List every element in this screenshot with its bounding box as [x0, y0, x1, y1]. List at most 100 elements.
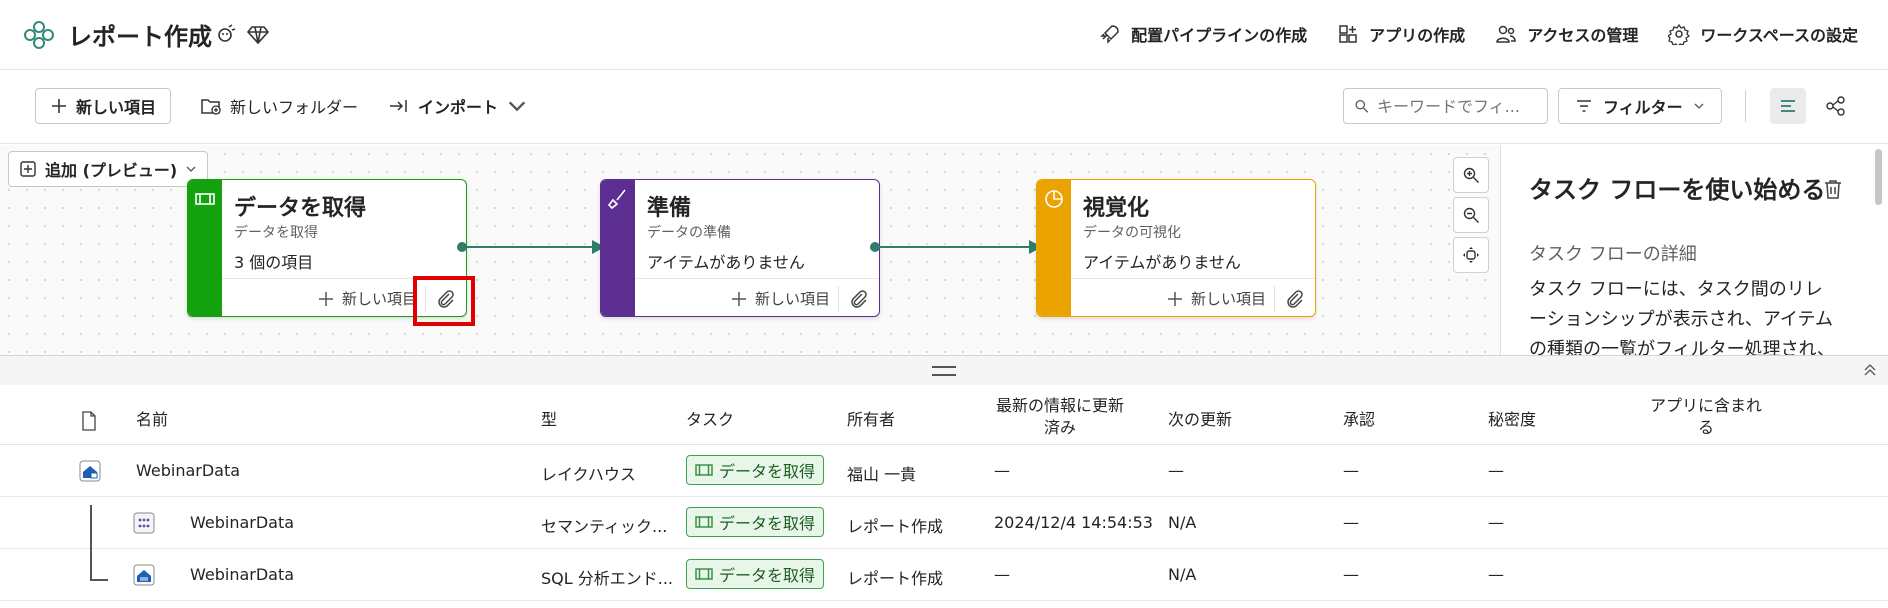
task-badge-label: データを取得	[719, 566, 816, 585]
card-new-item-button[interactable]: 新しい項目	[1167, 288, 1266, 309]
table-row[interactable]: WebinarData SQL 分析エンド... データを取得 レポート作成 —…	[0, 549, 1888, 601]
sensitivity-icon[interactable]	[214, 22, 238, 46]
header-owner[interactable]: 所有者	[847, 409, 895, 431]
card-new-item-button[interactable]: 新しい項目	[318, 288, 417, 309]
sql-endpoint-icon	[133, 564, 155, 586]
manage-access-button[interactable]: アクセスの管理	[1495, 22, 1638, 46]
zoom-in-icon	[1463, 167, 1479, 183]
item-next-refresh: —	[1168, 461, 1184, 480]
semantic-model-icon	[133, 512, 155, 534]
header-name[interactable]: 名前	[136, 409, 168, 431]
getting-started-panel: タスク フローを使い始める タスク フローの詳細 タスク フローには、タスク間の…	[1500, 145, 1888, 355]
flow-view-button[interactable]	[1818, 88, 1854, 124]
chevron-down-icon	[186, 166, 196, 172]
card-color-strip	[601, 180, 635, 316]
panel-scrollbar[interactable]	[1875, 149, 1882, 205]
item-owner: レポート作成	[847, 517, 944, 536]
header-task[interactable]: タスク	[686, 409, 734, 431]
item-type: レイクハウス	[541, 465, 636, 484]
new-item-label: 新しい項目	[76, 98, 157, 117]
search-box[interactable]	[1343, 88, 1548, 124]
card-item-count: アイテムがありません	[1083, 253, 1241, 272]
plus-icon	[732, 291, 746, 306]
connector-line	[875, 246, 1031, 248]
premium-diamond-icon[interactable]	[246, 22, 270, 46]
table-row[interactable]: WebinarData レイクハウス データを取得 福山 一貴 — — — —	[0, 445, 1888, 497]
task-flow-canvas[interactable]: 追加 (プレビュー) データを取得 データを取得 3 個の項目 新しい項目 準備…	[0, 145, 1500, 355]
pipeline-icon	[695, 516, 713, 528]
chevron-down-icon	[1694, 103, 1704, 109]
zoom-in-button[interactable]	[1453, 157, 1489, 193]
toolbar-divider	[1745, 90, 1746, 122]
card-subtitle: データの準備	[647, 225, 731, 241]
card-title: データを取得	[234, 196, 367, 221]
filter-label: フィルター	[1603, 98, 1683, 117]
item-refreshed: —	[994, 461, 1010, 480]
item-type: セマンティック...	[541, 517, 668, 536]
workspace-header: レポート作成 配置パイプラインの作成 アプリの作成 アクセスの管理 ワークスペー…	[0, 0, 1888, 70]
list-view-button[interactable]	[1770, 88, 1806, 124]
workspace-title: レポート作成	[68, 23, 212, 51]
header-endorsement[interactable]: 承認	[1343, 409, 1375, 431]
zoom-out-button[interactable]	[1453, 197, 1489, 233]
item-name[interactable]: WebinarData	[190, 565, 294, 584]
filter-icon	[1577, 100, 1591, 112]
card-divider	[635, 278, 879, 279]
add-preview-button[interactable]: 追加 (プレビュー)	[8, 151, 209, 187]
attach-paperclip-icon[interactable]	[1283, 288, 1305, 310]
gear-icon	[1668, 23, 1691, 45]
pane-splitter[interactable]	[0, 355, 1888, 385]
task-card-prepare[interactable]: 準備 データの準備 アイテムがありません 新しい項目	[600, 179, 880, 317]
item-owner: レポート作成	[847, 569, 944, 588]
folder-add-icon	[201, 99, 221, 115]
items-table: 名前 型 タスク 所有者 最新の情報に更新済み 次の更新 承認 秘密度 アプリに…	[0, 385, 1888, 608]
item-name[interactable]: WebinarData	[136, 461, 240, 480]
card-item-count: 3 個の項目	[234, 253, 314, 272]
plus-icon	[52, 99, 66, 113]
plus-icon	[1168, 291, 1182, 306]
create-app-button[interactable]: アプリの作成	[1337, 22, 1465, 46]
task-badge[interactable]: データを取得	[686, 455, 825, 485]
drag-handle-icon[interactable]	[932, 366, 956, 376]
delete-trash-icon[interactable]	[1821, 177, 1845, 201]
search-input[interactable]	[1377, 96, 1537, 116]
table-row[interactable]: WebinarData セマンティック... データを取得 レポート作成 202…	[0, 497, 1888, 549]
import-label: インポート	[418, 98, 499, 117]
card-divider	[1071, 278, 1315, 279]
header-refreshed[interactable]: 最新の情報に更新済み	[990, 395, 1130, 439]
item-next-refresh: N/A	[1168, 513, 1197, 532]
task-badge[interactable]: データを取得	[686, 559, 825, 589]
new-item-button[interactable]: 新しい項目	[35, 88, 172, 124]
zoom-out-icon	[1463, 207, 1479, 223]
app-icon	[1339, 25, 1357, 43]
import-button[interactable]: インポート	[388, 88, 528, 124]
filter-button[interactable]: フィルター	[1558, 88, 1722, 124]
header-type[interactable]: 型	[541, 409, 557, 431]
item-refreshed: 2024/12/4 14:54:53	[994, 513, 1153, 532]
header-included-in-app[interactable]: アプリに含まれる	[1650, 395, 1762, 439]
create-pipeline-button[interactable]: 配置パイプラインの作成	[1099, 22, 1307, 46]
card-item-count: アイテムがありません	[647, 253, 805, 272]
panel-title: タスク フローを使い始める	[1529, 176, 1826, 204]
tree-connector	[90, 579, 108, 581]
import-arrow-icon	[390, 100, 407, 112]
item-name[interactable]: WebinarData	[190, 513, 294, 532]
task-badge-label: データを取得	[719, 514, 816, 533]
new-folder-button[interactable]: 新しいフォルダー	[200, 88, 358, 124]
fit-view-button[interactable]	[1453, 237, 1489, 273]
chevron-up-double-icon[interactable]	[1860, 360, 1880, 380]
header-sensitivity[interactable]: 秘密度	[1488, 409, 1536, 431]
card-new-item-button[interactable]: 新しい項目	[731, 288, 830, 309]
header-next-refresh[interactable]: 次の更新	[1168, 409, 1232, 431]
workspace-settings-button[interactable]: ワークスペースの設定	[1668, 22, 1858, 46]
card-color-strip	[1037, 180, 1071, 316]
item-endorsement: —	[1343, 565, 1359, 584]
task-card-visualize[interactable]: 視覚化 データの可視化 アイテムがありません 新しい項目	[1036, 179, 1316, 317]
attach-paperclip-icon[interactable]	[847, 288, 869, 310]
task-badge[interactable]: データを取得	[686, 507, 825, 537]
list-view-icon	[1781, 100, 1795, 112]
add-square-icon	[20, 161, 36, 177]
item-endorsement: —	[1343, 461, 1359, 480]
file-type-icon	[82, 411, 96, 431]
item-type: SQL 分析エンド...	[541, 569, 674, 588]
